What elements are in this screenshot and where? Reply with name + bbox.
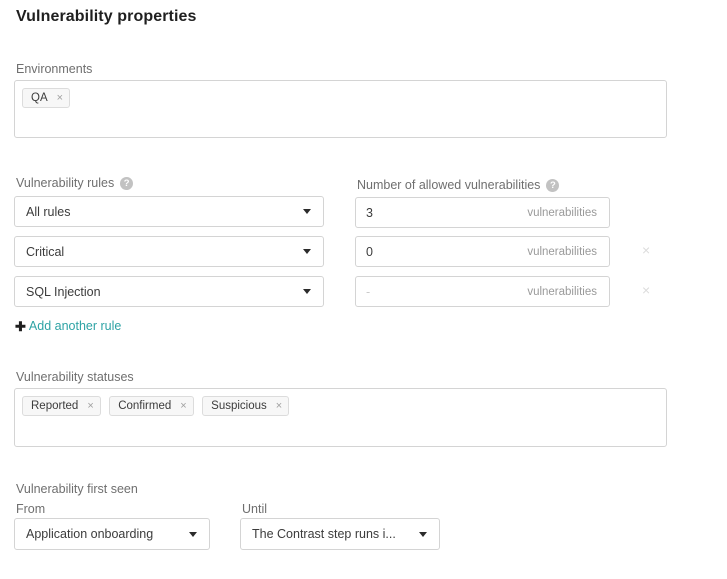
- chevron-down-icon: [303, 249, 311, 254]
- vulnerability-rules-label-text: Vulnerability rules: [16, 176, 115, 190]
- add-another-rule-label: Add another rule: [28, 319, 122, 333]
- rule-select-2-value: SQL Injection: [26, 284, 101, 299]
- tag-item[interactable]: QA ×: [22, 88, 71, 108]
- from-label-text: From: [16, 502, 46, 516]
- page-title: Vulnerability properties: [16, 8, 197, 25]
- vulnerability-first-seen-label-text: Vulnerability first seen: [16, 482, 138, 496]
- allowed-count-suffix-0: vulnerabilities: [527, 206, 597, 219]
- plus-icon: ✚: [15, 318, 26, 334]
- rule-select-2[interactable]: SQL Injection: [14, 276, 324, 307]
- until-label: Until: [242, 501, 267, 517]
- until-label-text: Until: [242, 502, 268, 516]
- allowed-count-suffix-2: vulnerabilities: [527, 285, 597, 298]
- rule-select-1[interactable]: Critical: [14, 236, 324, 267]
- allowed-count-field-0[interactable]: vulnerabilities: [355, 197, 610, 228]
- close-icon[interactable]: ×: [180, 400, 186, 412]
- help-icon[interactable]: ?: [120, 177, 134, 190]
- allowed-count-input-2[interactable]: [356, 277, 528, 306]
- chevron-down-icon: [303, 209, 311, 214]
- allowed-count-suffix-1: vulnerabilities: [527, 245, 597, 258]
- until-select-value: The Contrast step runs i...: [252, 527, 396, 541]
- from-select[interactable]: Application onboarding: [14, 518, 210, 550]
- rule-select-0[interactable]: All rules: [14, 196, 324, 227]
- close-icon[interactable]: ×: [276, 400, 282, 412]
- vulnerability-statuses-label: Vulnerability statuses: [16, 369, 134, 385]
- environments-tag-input[interactable]: QA ×: [14, 80, 667, 138]
- chevron-down-icon: [303, 289, 311, 294]
- tag-label: Confirmed: [118, 400, 172, 412]
- vulnerability-statuses-label-text: Vulnerability statuses: [16, 370, 134, 384]
- environments-label: Environments: [16, 61, 92, 77]
- tag-label: QA: [31, 92, 48, 104]
- tag-item[interactable]: Suspicious ×: [202, 396, 290, 416]
- help-icon[interactable]: ?: [546, 179, 560, 192]
- from-select-value: Application onboarding: [26, 527, 154, 541]
- rule-select-1-value: Critical: [26, 244, 65, 259]
- rule-select-0-value: All rules: [26, 204, 71, 219]
- allowed-count-input-1[interactable]: [356, 237, 528, 266]
- tag-item[interactable]: Confirmed ×: [109, 396, 194, 416]
- vulnerability-first-seen-label: Vulnerability first seen: [16, 481, 138, 497]
- close-icon[interactable]: ×: [57, 92, 63, 104]
- chevron-down-icon: [189, 531, 197, 537]
- allowed-vulnerabilities-label: Number of allowed vulnerabilities?: [357, 177, 560, 193]
- vulnerability-rules-label: Vulnerability rules?: [16, 175, 134, 191]
- remove-rule-button-2[interactable]: ×: [642, 283, 650, 297]
- tag-label: Reported: [31, 400, 79, 412]
- from-label: From: [16, 501, 45, 517]
- allowed-count-input-0[interactable]: [356, 198, 528, 227]
- allowed-count-field-2[interactable]: vulnerabilities: [355, 276, 610, 307]
- allowed-vulnerabilities-label-text: Number of allowed vulnerabilities: [357, 178, 541, 192]
- until-select[interactable]: The Contrast step runs i...: [240, 518, 440, 550]
- chevron-down-icon: [419, 531, 427, 537]
- remove-rule-button-1[interactable]: ×: [642, 243, 650, 257]
- tag-item[interactable]: Reported ×: [22, 396, 101, 416]
- close-icon[interactable]: ×: [87, 400, 93, 412]
- tag-label: Suspicious: [211, 400, 267, 412]
- add-another-rule-button[interactable]: ✚ Add another rule: [15, 319, 121, 333]
- allowed-count-field-1[interactable]: vulnerabilities: [355, 236, 610, 267]
- environments-label-text: Environments: [16, 62, 93, 76]
- vulnerability-statuses-tag-input[interactable]: Reported × Confirmed × Suspicious ×: [14, 388, 667, 447]
